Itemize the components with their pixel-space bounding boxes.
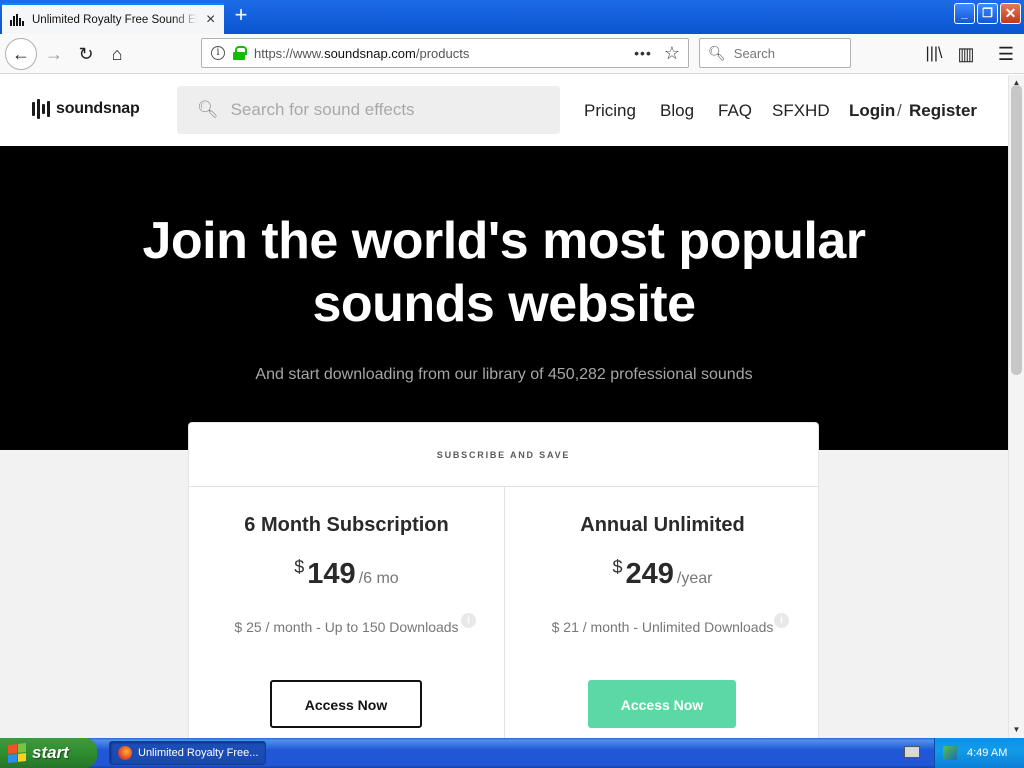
site-info-icon[interactable]: i [211,46,225,60]
search-icon: 🔍︎ [197,100,219,119]
plan-price: $249/year [505,557,820,591]
page-actions-icon[interactable]: ••• [634,45,652,61]
pricing-header: SUBSCRIBE AND SAVE [189,423,818,487]
access-now-button[interactable]: Access Now [588,680,736,728]
window-minimize-button[interactable]: _ [954,3,975,24]
pricing-card: SUBSCRIBE AND SAVE 6 Month Subscription … [188,422,819,738]
site-header: soundsnap 🔍︎ Pricing Blog FAQ SFXHD Logi… [0,75,1008,146]
price-period: /6 mo [358,570,399,587]
url-text[interactable]: https://www.soundsnap.com/products [254,46,634,61]
plan-price: $149/6 mo [189,557,504,591]
browser-navigation-bar: ← → ↻ ⌂ i https://www.soundsnap.com/prod… [0,34,1024,74]
sidebar-icon[interactable]: ▥ [952,40,980,68]
plan-annual-unlimited: Annual Unlimited $249/year $ 21 / month … [505,487,820,738]
price-currency: $ [612,557,623,577]
back-arrow-icon[interactable]: ← [5,38,37,70]
reload-icon[interactable]: ↻ [72,40,100,68]
price-amount: 249 [625,558,674,590]
nav-link-pricing[interactable]: Pricing [584,101,636,121]
library-icon[interactable]: |||\ [920,40,948,68]
window-close-button[interactable]: ✕ [1000,3,1021,24]
price-amount: 149 [307,558,356,590]
hero-subtitle: And start downloading from our library o… [255,366,753,383]
nav-link-register[interactable]: Register [909,101,977,121]
nav-link-login[interactable]: Login [849,101,895,121]
soundwave-logo-icon [32,99,50,119]
browser-search-bar[interactable]: 🔍︎ Search [699,38,851,68]
nav-separator: / [897,101,902,120]
clock[interactable]: 4:49 AM [967,747,1007,759]
network-icon[interactable] [943,746,957,760]
logo-text: soundsnap [56,100,140,117]
price-period: /year [676,570,713,587]
browser-tab-strip: Unlimited Royalty Free Sound Effe × + _ … [0,0,1024,34]
windows-taskbar: start Unlimited Royalty Free... 4:49 AM [0,738,1024,768]
window-restore-button[interactable]: ❐ [977,3,998,24]
hamburger-menu-icon[interactable]: ☰ [992,40,1020,68]
firefox-icon [118,746,132,760]
start-label: start [32,743,69,762]
browser-search-placeholder: Search [733,45,775,61]
new-tab-button[interactable]: + [230,4,252,28]
plan-note: $ 25 / month - Up to 150 Downloads [234,619,459,635]
scrollbar-thumb[interactable] [1011,85,1022,375]
taskbar-item-firefox[interactable]: Unlimited Royalty Free... [109,741,266,765]
home-icon[interactable]: ⌂ [103,40,131,68]
lock-icon[interactable] [233,46,247,60]
taskbar-item-label: Unlimited Royalty Free... [138,747,259,759]
plan-name: Annual Unlimited [580,514,745,536]
vertical-scrollbar[interactable]: ▲ ▼ [1008,75,1024,738]
access-now-button[interactable]: Access Now [270,680,422,728]
sound-search-input[interactable] [230,100,551,120]
plan-6-month: 6 Month Subscription $149/6 mo $ 25 / mo… [189,487,504,738]
soundsnap-logo[interactable]: soundsnap [32,99,140,119]
plan-name: 6 Month Subscription [244,514,449,536]
browser-tab[interactable]: Unlimited Royalty Free Sound Effe × [2,3,224,34]
tab-title: Unlimited Royalty Free Sound Effe [32,13,198,26]
hero-title: Join the world's most popular sounds web… [142,212,866,333]
scroll-down-arrow-icon[interactable]: ▼ [1009,722,1024,738]
system-tray: 4:49 AM [934,738,1024,768]
plan-note: $ 21 / month - Unlimited Downloads [551,619,774,635]
search-icon: 🔍︎ [708,44,726,61]
forward-arrow-icon[interactable]: → [40,40,68,68]
keyboard-icon[interactable] [904,746,920,758]
tab-close-icon[interactable]: × [206,11,215,28]
windows-logo-icon [8,743,26,763]
bookmark-star-icon[interactable]: ☆ [664,43,680,64]
soundsnap-favicon-icon [10,13,26,26]
nav-link-sfxhd[interactable]: SFXHD [772,101,830,121]
address-bar[interactable]: i https://www.soundsnap.com/products •••… [201,38,689,68]
price-currency: $ [294,557,305,577]
sound-search-box[interactable]: 🔍︎ [177,86,560,134]
page-viewport: soundsnap 🔍︎ Pricing Blog FAQ SFXHD Logi… [0,75,1008,738]
start-button[interactable]: start [0,738,97,768]
nav-link-faq[interactable]: FAQ [718,101,752,121]
info-icon[interactable]: i [461,613,476,628]
nav-link-blog[interactable]: Blog [660,101,694,121]
info-icon[interactable]: i [774,613,789,628]
hero-section: Join the world's most popular sounds web… [0,146,1008,450]
